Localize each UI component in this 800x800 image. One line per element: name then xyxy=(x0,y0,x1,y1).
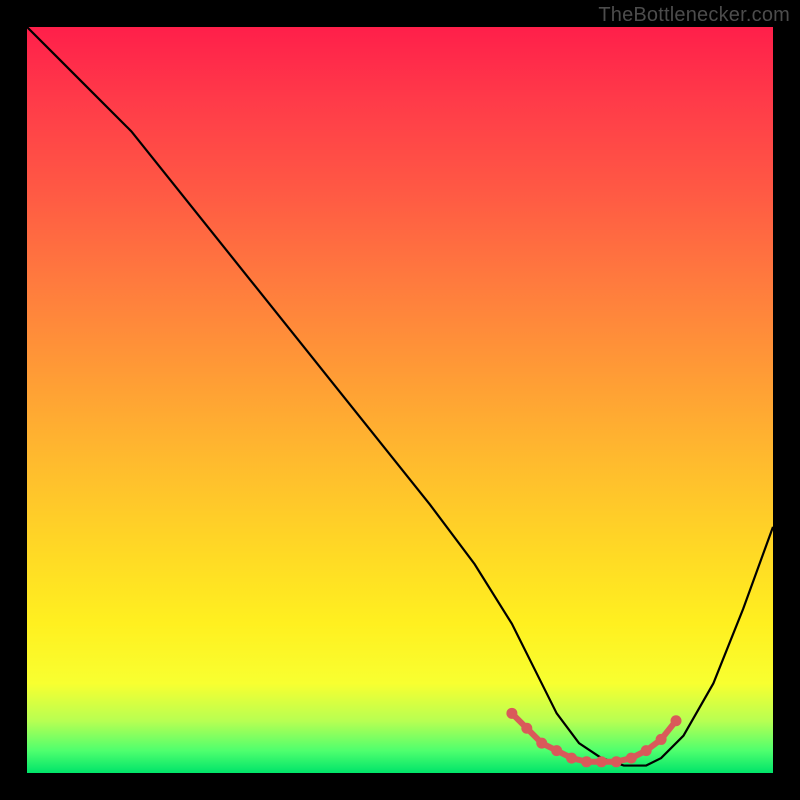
marker-dot xyxy=(656,734,667,745)
bottleneck-curve-path xyxy=(27,27,773,766)
marker-dot xyxy=(551,745,562,756)
marker-dot xyxy=(596,756,607,767)
chart-frame: TheBottlenecker.com xyxy=(0,0,800,800)
marker-dot xyxy=(581,756,592,767)
marker-dot xyxy=(536,738,547,749)
optimal-range-markers xyxy=(506,708,681,767)
marker-connector xyxy=(512,713,676,761)
watermark-text: TheBottlenecker.com xyxy=(598,4,790,27)
marker-dot xyxy=(611,756,622,767)
marker-dot xyxy=(566,753,577,764)
curve-svg xyxy=(27,27,773,773)
marker-dot xyxy=(521,723,532,734)
marker-dot xyxy=(671,715,682,726)
marker-dot xyxy=(626,753,637,764)
marker-dot xyxy=(641,745,652,756)
gradient-plot-area xyxy=(27,27,773,773)
marker-dot xyxy=(506,708,517,719)
